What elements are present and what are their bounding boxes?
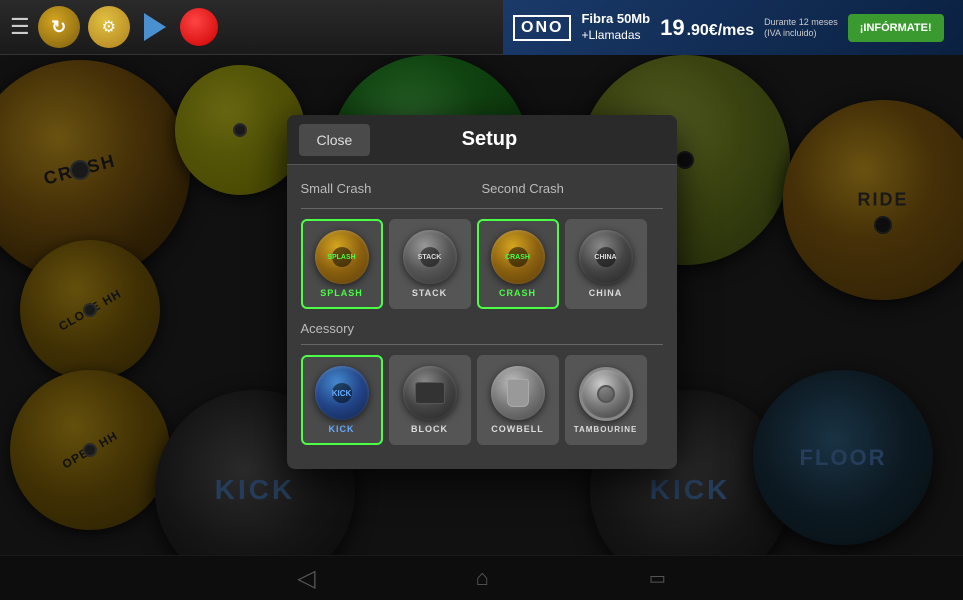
block-shape: [415, 382, 445, 404]
tambourine-knob: [579, 367, 633, 421]
section2-label: Second Crash: [482, 181, 657, 196]
section-labels-row: Small Crash Second Crash: [301, 177, 663, 204]
ad-line1: Fibra 50Mb: [581, 11, 650, 28]
china-item[interactable]: CHINA CHINA: [565, 219, 647, 309]
ad-button[interactable]: ¡INFÓRMATE!: [848, 14, 944, 42]
ad-banner: ONO Fibra 50Mb +Llamadas 19 .90€/mes Dur…: [503, 0, 963, 55]
block-knob: [403, 366, 457, 420]
modal-header: Close Setup: [287, 115, 677, 165]
cowbell-shape: [507, 379, 529, 407]
refresh-button[interactable]: ↻: [38, 6, 80, 48]
setup-modal: Close Setup Small Crash Second Crash: [287, 115, 677, 469]
splash-label: SPLASH: [320, 288, 363, 298]
section1-divider: [301, 208, 663, 209]
china-label: CHINA: [589, 288, 623, 298]
menu-button[interactable]: ☰: [10, 14, 30, 40]
toolbar: ☰ ↻ ⚙: [10, 6, 218, 48]
splash-item[interactable]: SPLASH SPLASH: [301, 219, 383, 309]
ad-price-block: 19 .90€/mes: [660, 15, 754, 41]
stack-label: STACK: [412, 288, 447, 298]
accessory-items-row: KICK KICK BLOCK COWB: [301, 355, 663, 445]
block-item[interactable]: BLOCK: [389, 355, 471, 445]
ad-note2: (IVA incluido): [764, 28, 838, 39]
stack-knob: STACK: [403, 230, 457, 284]
block-label: BLOCK: [411, 424, 448, 434]
splash-knob-center: SPLASH: [332, 247, 352, 267]
record-button[interactable]: [180, 8, 218, 46]
modal-overlay: Close Setup Small Crash Second Crash: [0, 55, 963, 600]
crash-knob: CRASH: [491, 230, 545, 284]
tambourine-item[interactable]: TAMBOURINE: [565, 355, 647, 445]
crash-knob-center: CRASH: [508, 247, 528, 267]
cowbell-label: COWBELL: [491, 424, 544, 434]
splash-knob: SPLASH: [315, 230, 369, 284]
kick-knob: KICK: [315, 366, 369, 420]
ad-logo: ONO: [513, 15, 571, 41]
china-knob: CHINA: [579, 230, 633, 284]
crash-label: CRASH: [499, 288, 536, 298]
tambourine-shape: [597, 385, 615, 403]
section1-label: Small Crash: [301, 181, 476, 196]
tambourine-label: TAMBOURINE: [574, 425, 638, 434]
ad-text-block: Fibra 50Mb +Llamadas: [581, 11, 650, 43]
ad-notes: Durante 12 meses (IVA incluido): [764, 17, 838, 39]
modal-title: Setup: [382, 128, 676, 151]
modal-body: Small Crash Second Crash SPLASH SPLASH: [287, 165, 677, 469]
ad-line2: +Llamadas: [581, 28, 650, 44]
kick-item[interactable]: KICK KICK: [301, 355, 383, 445]
ad-price: 19: [660, 15, 684, 41]
crash-items-row: SPLASH SPLASH STACK STACK: [301, 219, 663, 309]
stack-knob-center: STACK: [420, 247, 440, 267]
cowbell-item[interactable]: COWBELL: [477, 355, 559, 445]
ad-note1: Durante 12 meses: [764, 17, 838, 28]
play-button[interactable]: [144, 13, 166, 41]
kick-knob-center: KICK: [332, 383, 352, 403]
kick-label: KICK: [329, 424, 355, 434]
ad-price-decimal: .90€/mes: [687, 22, 755, 40]
cowbell-knob: [491, 366, 545, 420]
close-button[interactable]: Close: [299, 124, 371, 156]
section2-divider: [301, 344, 663, 345]
settings-button[interactable]: ⚙: [88, 6, 130, 48]
china-knob-center: CHINA: [596, 247, 616, 267]
stack-item[interactable]: STACK STACK: [389, 219, 471, 309]
section3-label: Acessory: [301, 321, 663, 336]
crash-item[interactable]: CRASH CRASH: [477, 219, 559, 309]
